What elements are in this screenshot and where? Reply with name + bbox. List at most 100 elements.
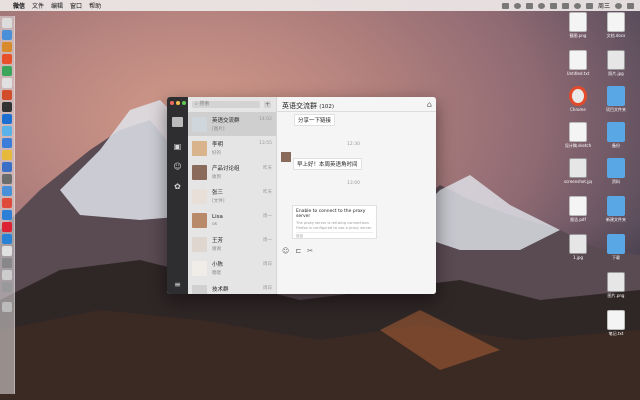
dock: [0, 16, 15, 394]
wifi-icon[interactable]: [573, 2, 581, 9]
app-icon[interactable]: [2, 198, 12, 208]
app-icon[interactable]: [2, 90, 12, 100]
chat-info-icon[interactable]: ⌂: [427, 100, 432, 109]
desktop-icon[interactable]: 1.jpg: [564, 234, 592, 260]
image-icon: [607, 272, 625, 292]
folder-icon: [607, 86, 625, 106]
my-avatar[interactable]: [172, 117, 183, 127]
desktop-icon[interactable]: Chrome: [564, 86, 592, 112]
chat-list-item[interactable]: 王芳 谢谢 周一: [188, 232, 276, 256]
menu-help[interactable]: 帮助: [89, 1, 101, 10]
chat-list-item[interactable]: 李明 好的 13:55: [188, 136, 276, 160]
app-icon[interactable]: [2, 150, 12, 160]
trash-icon[interactable]: [2, 302, 12, 312]
app-icon[interactable]: [2, 234, 12, 244]
desktop-icon[interactable]: 图片.png: [602, 272, 630, 298]
menu-window[interactable]: 窗口: [70, 1, 82, 10]
app-icon[interactable]: [2, 174, 12, 184]
desktop-icon[interactable]: 下载: [602, 234, 630, 260]
avatar: [192, 284, 207, 294]
minimize-button[interactable]: [176, 101, 180, 105]
desktop-icon[interactable]: 笔记.txt: [602, 310, 630, 336]
desktop-icon[interactable]: 照片.jpg: [602, 50, 630, 76]
document-icon: [569, 50, 587, 70]
chat-list-item[interactable]: 产品讨论组 收到 昨天: [188, 160, 276, 184]
app-icon[interactable]: [2, 78, 12, 88]
app-icon[interactable]: [2, 42, 12, 52]
app-icon[interactable]: [2, 270, 12, 280]
desktop-icon[interactable]: 新建文件夹: [602, 196, 630, 222]
message-bubble[interactable]: 分享一下链接: [294, 114, 336, 126]
emoji-icon[interactable]: ☺: [282, 247, 289, 255]
new-chat-button[interactable]: +: [264, 101, 271, 108]
menu-edit[interactable]: 编辑: [51, 1, 63, 10]
folder-icon: [607, 234, 625, 254]
app-icon[interactable]: [2, 210, 12, 220]
tray-icon[interactable]: [513, 2, 521, 9]
app-icon[interactable]: [2, 114, 12, 124]
chat-icon[interactable]: ▣: [172, 141, 183, 151]
desktop-icon[interactable]: 备份: [602, 122, 630, 148]
tray-icon[interactable]: [549, 2, 557, 9]
desktop-icon[interactable]: 资料: [602, 158, 630, 184]
tray-icon[interactable]: [501, 2, 509, 9]
notification-icon[interactable]: [627, 2, 634, 9]
document-icon: [569, 122, 587, 142]
menu-app[interactable]: 微信: [13, 1, 25, 10]
battery-icon[interactable]: [585, 2, 593, 9]
menu-file[interactable]: 文件: [32, 1, 44, 10]
app-icon[interactable]: [2, 138, 12, 148]
app-icon[interactable]: [2, 126, 12, 136]
favorites-icon[interactable]: ✿: [172, 181, 183, 191]
folder-icon: [607, 196, 625, 216]
tray-icon[interactable]: [561, 2, 569, 9]
tray-icon[interactable]: [537, 2, 545, 9]
app-icon[interactable]: [2, 66, 12, 76]
chat-list-item[interactable]: Lisa ok 周一: [188, 208, 276, 232]
file-icon[interactable]: ⊏: [295, 247, 301, 255]
clock[interactable]: 周三: [598, 1, 610, 10]
chat-list-item[interactable]: 张三 [文件] 昨天: [188, 184, 276, 208]
zoom-button[interactable]: [182, 101, 186, 105]
chat-list: ⌕ 搜索 + 英语交流群 [图片] 14:02 李明 好的 13:55 产品讨论组收…: [188, 97, 277, 294]
chat-list-item[interactable]: 技术群... 周日: [188, 280, 276, 294]
tray-icon[interactable]: [525, 2, 533, 9]
finder-icon[interactable]: [2, 18, 12, 28]
chat-title: 英语交流群 (102): [282, 102, 335, 110]
contacts-icon[interactable]: ☺: [172, 161, 183, 171]
message-timestamp: 12:30: [347, 142, 360, 147]
app-icon[interactable]: [2, 222, 12, 232]
document-icon: [607, 12, 625, 32]
image-icon: [569, 158, 587, 178]
desktop-icon[interactable]: Untitled.txt: [564, 50, 592, 76]
app-icon[interactable]: [2, 282, 12, 292]
image-icon: [607, 50, 625, 70]
avatar: [281, 152, 291, 162]
close-button[interactable]: [170, 101, 174, 105]
chat-list-item[interactable]: 英语交流群 [图片] 14:02: [188, 112, 276, 136]
search-icon[interactable]: [615, 2, 622, 9]
message-timestamp: 13:00: [347, 181, 360, 186]
link-card[interactable]: Enable to connect to the proxy server Th…: [292, 205, 377, 239]
settings-icon[interactable]: ≡: [172, 279, 183, 289]
desktop-icon[interactable]: 文档.docx: [602, 12, 630, 38]
app-icon[interactable]: [2, 246, 12, 256]
app-icon[interactable]: [2, 162, 12, 172]
firefox-icon[interactable]: [2, 54, 12, 64]
app-icon[interactable]: [2, 258, 12, 268]
screenshot-icon[interactable]: ✂: [307, 247, 313, 255]
search-input[interactable]: ⌕ 搜索: [192, 101, 260, 108]
chat-list-item[interactable]: 小陈 嗯嗯 周日: [188, 256, 276, 280]
app-icon[interactable]: [2, 186, 12, 196]
chrome-icon: [569, 86, 587, 106]
window-controls: [170, 101, 186, 105]
app-icon[interactable]: [2, 102, 12, 112]
desktop-icon[interactable]: screenshot.jpg: [564, 158, 592, 184]
desktop-icon[interactable]: 设计稿.sketch: [564, 122, 592, 148]
desktop-icon[interactable]: 截图.png: [564, 12, 592, 38]
app-icon[interactable]: [2, 30, 12, 40]
desktop-icon[interactable]: 报告.pdf: [564, 196, 592, 222]
conversation-pane: 英语交流群 (102) ⌂ 分享一下链接 12:30 早上好！本周英语角时间 1…: [277, 97, 436, 294]
desktop-icon[interactable]: 项目文件夹: [602, 86, 630, 112]
message-bubble[interactable]: 早上好！本周英语角时间: [293, 158, 362, 170]
